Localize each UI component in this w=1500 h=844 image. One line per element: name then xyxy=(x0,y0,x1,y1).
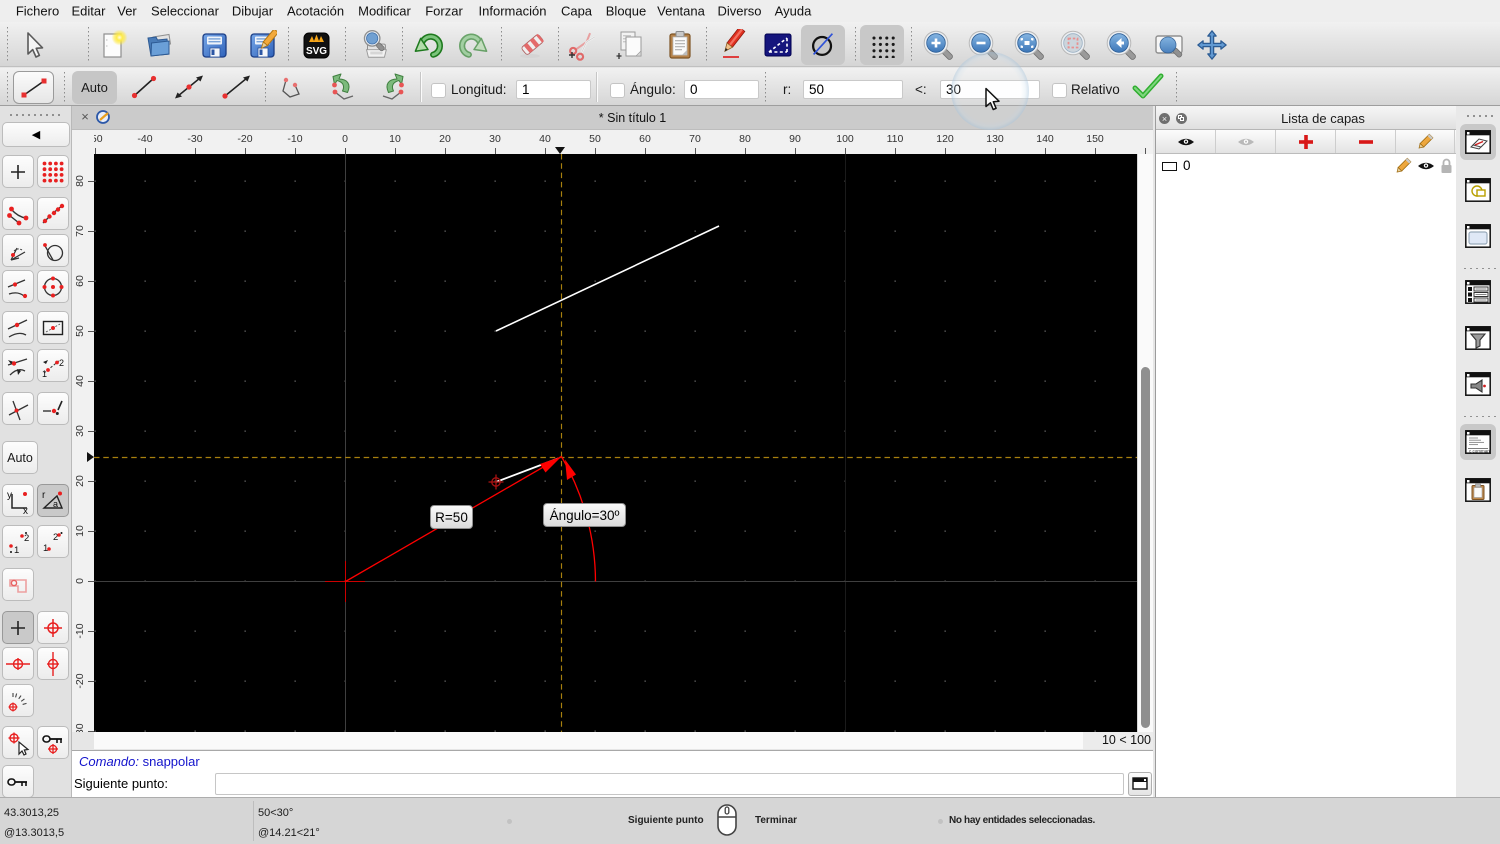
svg-text:2: 2 xyxy=(59,358,64,368)
svg-text:1: 1 xyxy=(42,369,47,379)
svg-text:2: 2 xyxy=(53,532,58,543)
svg-text:x: x xyxy=(23,506,28,514)
svg-text:2: 2 xyxy=(24,533,29,544)
svg-text:1: 1 xyxy=(14,545,19,555)
svg-text:r: r xyxy=(42,490,46,501)
svg-text:a: a xyxy=(53,499,58,509)
svg-text:y: y xyxy=(7,490,12,501)
svg-text:SVG: SVG xyxy=(306,46,327,57)
svg-text:c command: c command xyxy=(1469,449,1491,454)
